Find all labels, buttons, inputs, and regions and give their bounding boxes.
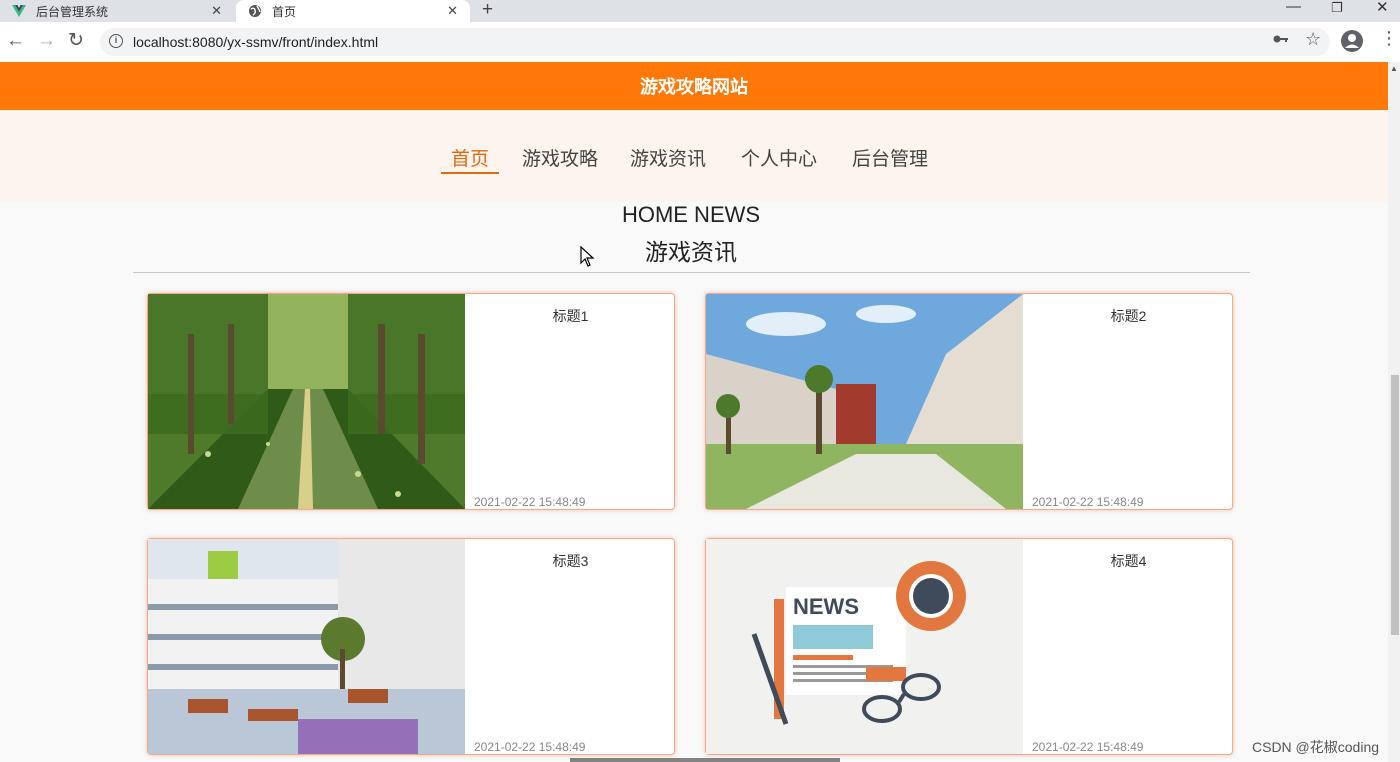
scroll-up-arrow-icon[interactable]: ▲ <box>1390 64 1398 73</box>
site-title: 游戏攻略网站 <box>640 77 748 97</box>
news-title[interactable]: 标题2 <box>1023 306 1234 326</box>
back-icon[interactable]: ← <box>6 31 25 51</box>
nav-item-news[interactable]: 游戏资讯 <box>630 144 706 171</box>
mouse-cursor-icon <box>580 246 595 267</box>
news-title[interactable]: 标题3 <box>465 551 676 571</box>
watermark: CSDN @花椒coding <box>1252 739 1380 755</box>
tab-title: 首页 <box>272 4 297 19</box>
news-title[interactable]: 标题1 <box>465 306 676 326</box>
nav-active-indicator <box>441 172 499 174</box>
news-time: 2021-02-22 15:48:49 <box>1032 740 1144 754</box>
nav-item-home[interactable]: 首页 <box>451 144 489 171</box>
minimize-icon[interactable]: — <box>1286 0 1301 15</box>
menu-dots-icon[interactable]: ⋮ <box>1380 28 1398 49</box>
news-thumbnail[interactable] <box>148 539 465 754</box>
section-divider <box>133 272 1250 273</box>
svg-text:NEWS: NEWS <box>793 594 859 619</box>
info-icon[interactable]: i <box>109 34 123 48</box>
next-section-heading-partial <box>560 752 850 762</box>
news-time: 2021-02-22 15:48:49 <box>1032 495 1144 509</box>
browser-tab-strip: 后台管理系统 ✕ 首页 ✕ + — ❐ ✕ <box>0 0 1400 22</box>
browser-toolbar: ← → ↻ i localhost:8080/yx-ssmv/front/ind… <box>0 22 1400 63</box>
nav-item-guides[interactable]: 游戏攻略 <box>522 144 598 171</box>
restore-icon[interactable]: ❐ <box>1331 0 1343 16</box>
news-title[interactable]: 标题4 <box>1023 551 1234 571</box>
news-card[interactable]: 标题1 2021-02-22 15:48:49 <box>147 293 675 510</box>
url-text[interactable]: localhost:8080/yx-ssmv/front/index.html <box>133 34 378 50</box>
section-title-en: HOME NEWS <box>621 202 761 227</box>
profile-avatar-icon[interactable] <box>1341 30 1363 57</box>
key-icon[interactable] <box>1273 31 1289 49</box>
news-time: 2021-02-22 15:48:49 <box>474 495 586 509</box>
nav-item-admin[interactable]: 后台管理 <box>852 144 928 171</box>
reload-icon[interactable]: ↻ <box>68 31 84 51</box>
address-bar[interactable]: i localhost:8080/yx-ssmv/front/index.htm… <box>100 28 1330 56</box>
section-title-cn: 游戏资讯 <box>645 239 737 265</box>
new-tab-icon[interactable]: + <box>482 0 493 21</box>
news-card[interactable]: 标题3 2021-02-22 15:48:49 <box>147 538 675 755</box>
browser-tab-admin[interactable]: 后台管理系统 ✕ <box>0 0 234 22</box>
tab-title: 后台管理系统 <box>36 4 109 19</box>
news-thumbnail[interactable]: NEWS <box>706 539 1023 754</box>
bookmark-star-icon[interactable]: ☆ <box>1305 29 1321 50</box>
main-nav: 首页 游戏攻略 游戏资讯 个人中心 后台管理 <box>0 110 1388 202</box>
forward-icon[interactable]: → <box>37 31 56 51</box>
browser-tab-home[interactable]: 首页 ✕ <box>236 0 470 22</box>
globe-icon <box>248 4 262 18</box>
news-thumbnail[interactable] <box>148 294 465 509</box>
news-card[interactable]: NEWS 标题4 2021-02-22 15:48:49 <box>705 538 1233 755</box>
news-card[interactable]: 标题2 2021-02-22 15:48:49 <box>705 293 1233 510</box>
news-thumbnail[interactable] <box>706 294 1023 509</box>
nav-item-profile[interactable]: 个人中心 <box>741 144 817 171</box>
close-icon[interactable]: ✕ <box>211 3 222 19</box>
site-header: 游戏攻略网站 <box>0 62 1388 110</box>
vue-logo-icon <box>12 4 26 18</box>
window-close-icon[interactable]: ✕ <box>1376 0 1389 16</box>
scrollbar-thumb[interactable] <box>1391 375 1399 635</box>
close-icon[interactable]: ✕ <box>447 3 458 19</box>
